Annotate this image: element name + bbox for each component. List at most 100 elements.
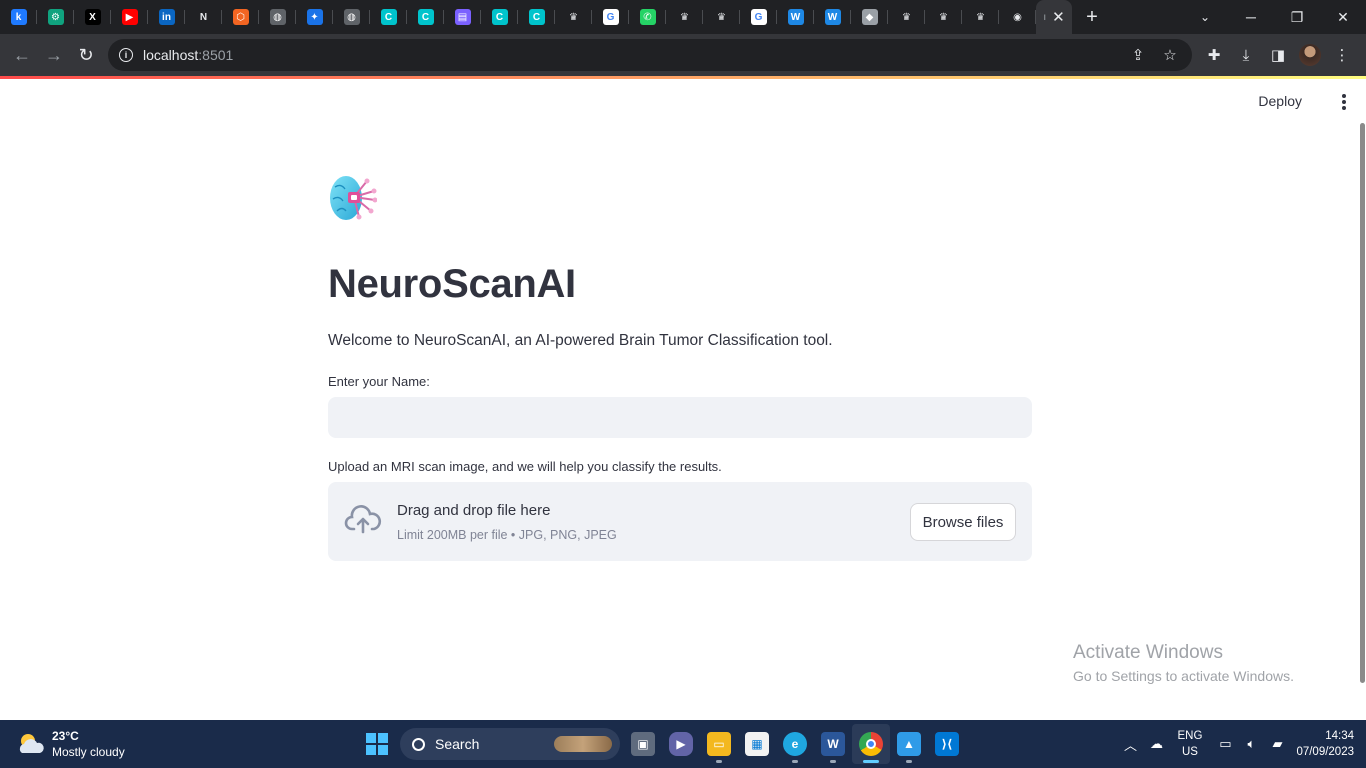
cloudy-weather-icon: [19, 734, 44, 753]
task-view-button[interactable]: ▣: [624, 724, 662, 764]
browser-tab[interactable]: C: [370, 0, 407, 34]
bookmark-star-icon[interactable]: ☆: [1154, 39, 1186, 71]
url-text[interactable]: localhost:8501: [143, 47, 233, 63]
store-icon: ▦: [745, 732, 769, 756]
back-button[interactable]: ←: [6, 39, 38, 71]
restore-button[interactable]: ❐: [1274, 0, 1320, 34]
close-tab-icon[interactable]: ✕: [1052, 8, 1065, 26]
clock-date: 07/09/2023: [1296, 746, 1354, 758]
browser-tab[interactable]: ◆: [851, 0, 888, 34]
microsoft-store-button[interactable]: ▦: [738, 724, 776, 764]
browser-tab[interactable]: ◉: [999, 0, 1036, 34]
browser-tab[interactable]: G: [740, 0, 777, 34]
tab-active[interactable]: ı ✕: [1036, 0, 1072, 34]
clock[interactable]: 14:34 07/09/2023: [1296, 728, 1354, 760]
browser-tab[interactable]: ♛: [703, 0, 740, 34]
brain-chip-logo-icon: [330, 176, 377, 220]
browser-tab[interactable]: ▤: [444, 0, 481, 34]
browser-menu-icon[interactable]: ⋮: [1326, 39, 1358, 71]
chrome-button[interactable]: [852, 724, 890, 764]
browser-tab[interactable]: ◍: [333, 0, 370, 34]
word-button[interactable]: W: [814, 724, 852, 764]
browser-tab[interactable]: C: [481, 0, 518, 34]
browser-tab[interactable]: k: [0, 0, 37, 34]
onedrive-cloud-icon[interactable]: ☁: [1145, 732, 1169, 756]
site-info-icon[interactable]: i: [119, 48, 133, 62]
language-indicator[interactable]: ENG US: [1178, 728, 1203, 760]
file-explorer-button[interactable]: ▭: [700, 724, 738, 764]
share-icon[interactable]: ⇪: [1122, 39, 1154, 71]
search-highlight-image: [554, 736, 612, 752]
app-menu-icon[interactable]: [1338, 93, 1350, 111]
system-tray: ︿ ☁ ENG US ▭ 🔈︎ ▰ 14:34 07/09/2023: [1118, 720, 1354, 768]
weather-widget[interactable]: 23°C Mostly cloudy: [16, 728, 125, 760]
chrome-icon: [859, 732, 883, 756]
page-scrollbar[interactable]: [1360, 123, 1365, 683]
browser-tab[interactable]: ♛: [925, 0, 962, 34]
reload-button[interactable]: ↻: [70, 39, 102, 71]
browser-tab[interactable]: C: [407, 0, 444, 34]
temperature: 23°C: [52, 729, 79, 743]
chevron-up-icon[interactable]: ︿: [1119, 732, 1143, 756]
watermark-title: Activate Windows: [1073, 642, 1223, 663]
deploy-button[interactable]: Deploy: [1258, 93, 1302, 109]
activate-windows-watermark: Activate Windows Go to Settings to activ…: [1073, 642, 1294, 684]
youtube-icon: ▶: [121, 9, 138, 25]
start-button[interactable]: [358, 724, 396, 764]
browser-tab[interactable]: ♛: [888, 0, 925, 34]
chatgpt-icon: ⚙: [47, 9, 64, 25]
extensions-icon[interactable]: ✚: [1198, 39, 1230, 71]
file-dropzone[interactable]: Drag and drop file here Limit 200MB per …: [328, 482, 1032, 561]
forward-button[interactable]: →: [38, 39, 70, 71]
welcome-text: Welcome to NeuroScanAI, an AI-powered Br…: [328, 332, 833, 349]
compass-icon: ✦: [306, 9, 323, 25]
photos-button[interactable]: ▲: [890, 724, 928, 764]
browser-tab[interactable]: C: [518, 0, 555, 34]
address-bar[interactable]: i localhost:8501 ⇪ ☆: [108, 39, 1192, 71]
w-icon: W: [824, 9, 841, 25]
browser-tab[interactable]: in: [148, 0, 185, 34]
browser-tab[interactable]: G: [592, 0, 629, 34]
photos-icon: ▲: [897, 732, 921, 756]
teams-chat-button[interactable]: ▶: [662, 724, 700, 764]
w-icon: W: [787, 9, 804, 25]
close-window-button[interactable]: ✕: [1320, 0, 1366, 34]
volume-icon[interactable]: 🔈︎: [1239, 732, 1263, 756]
network-icon[interactable]: ▭: [1213, 732, 1237, 756]
cloud-upload-icon: [344, 505, 382, 534]
new-tab-button[interactable]: +: [1072, 0, 1112, 34]
windows-taskbar: 23°C Mostly cloudy Search ▣ ▶ ▭ ▦ e W ▲ …: [0, 720, 1366, 768]
globe-icon: ◍: [269, 9, 286, 25]
browser-tab[interactable]: ◍: [259, 0, 296, 34]
canva-icon: C: [417, 9, 434, 25]
browser-tab[interactable]: ♛: [962, 0, 999, 34]
browser-tab[interactable]: W: [814, 0, 851, 34]
profile-avatar[interactable]: [1294, 39, 1326, 71]
browser-tab[interactable]: N: [185, 0, 222, 34]
browser-tab[interactable]: ✆: [629, 0, 666, 34]
vscode-button[interactable]: ⟩⟨: [928, 724, 966, 764]
battery-icon[interactable]: ▰: [1265, 732, 1289, 756]
browser-tab[interactable]: X: [74, 0, 111, 34]
browser-tab[interactable]: ▶: [111, 0, 148, 34]
browser-tab[interactable]: ♛: [555, 0, 592, 34]
download-icon[interactable]: ⤓: [1230, 39, 1262, 71]
browser-tab[interactable]: W: [777, 0, 814, 34]
search-icon: [412, 737, 425, 751]
browser-tab[interactable]: ⬡: [222, 0, 259, 34]
browser-tab[interactable]: ♛: [666, 0, 703, 34]
app-icon: ▤: [454, 9, 471, 25]
tab-search-icon[interactable]: ⌄: [1190, 0, 1220, 34]
side-panel-icon[interactable]: ◨: [1262, 39, 1294, 71]
browser-tab[interactable]: ✦: [296, 0, 333, 34]
chat-icon: ▶: [669, 732, 693, 756]
whatsapp-icon: ✆: [639, 9, 656, 25]
minimize-button[interactable]: ─: [1228, 0, 1274, 34]
browser-tab[interactable]: ⚙: [37, 0, 74, 34]
crown-icon: ♛: [935, 9, 952, 25]
layers-icon: ◆: [861, 9, 878, 25]
taskbar-search[interactable]: Search: [400, 728, 620, 760]
browse-files-button[interactable]: Browse files: [910, 503, 1016, 541]
name-input[interactable]: [328, 397, 1032, 438]
edge-button[interactable]: e: [776, 724, 814, 764]
